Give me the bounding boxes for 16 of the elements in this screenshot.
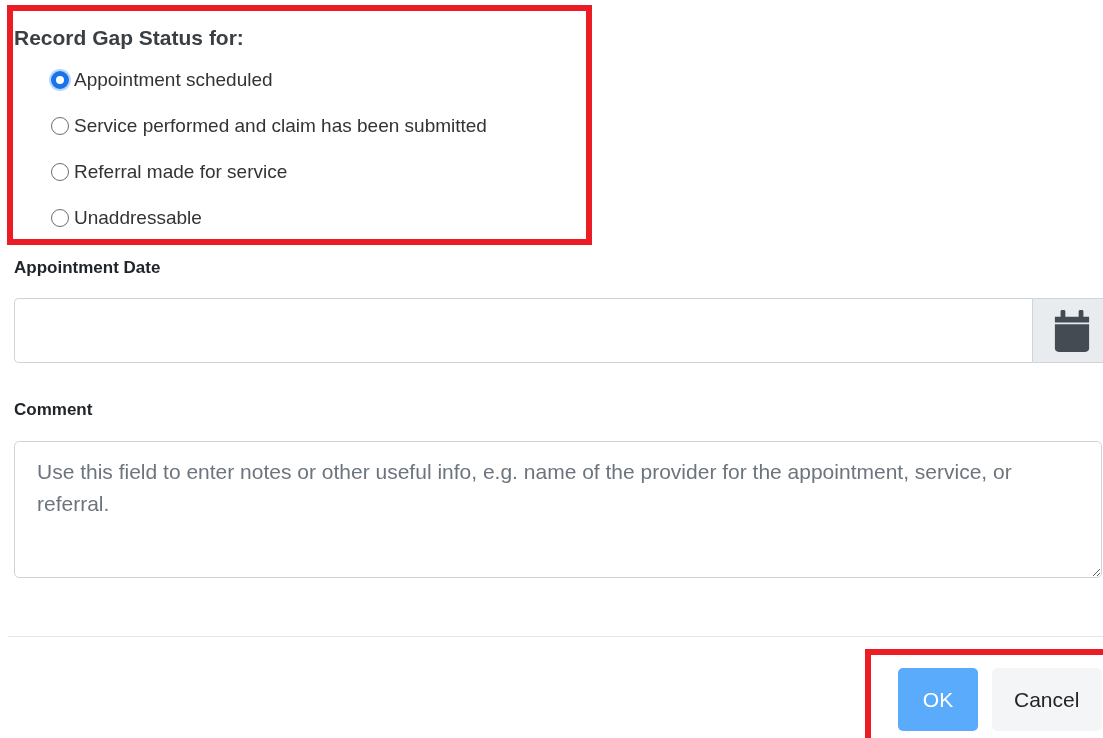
field-label: Comment [14,399,94,421]
radio-button[interactable] [51,71,69,89]
radio-button[interactable] [51,163,69,181]
comment-field[interactable]: Use this field to enter notes or other useful info, e.g. name of the provider for the appointment, service, or referral. [14,441,1102,578]
date-field[interactable] [14,298,1032,363]
cancel-button[interactable]: Cancel [992,668,1102,731]
section-heading: Record Gap Status for: [14,25,245,51]
radio-button[interactable] [51,117,69,135]
option-label[interactable]: Appointment scheduled [74,69,273,91]
calendar-icon [1053,309,1091,352]
calendar-button[interactable] [1032,298,1103,363]
field-label: Appointment Date [14,257,162,279]
option-label[interactable]: Service performed and claim has been submitted [74,115,487,137]
option-label[interactable]: Unaddressable [74,207,202,229]
radio-button[interactable] [51,209,69,227]
option-label[interactable]: Referral made for service [74,161,288,183]
